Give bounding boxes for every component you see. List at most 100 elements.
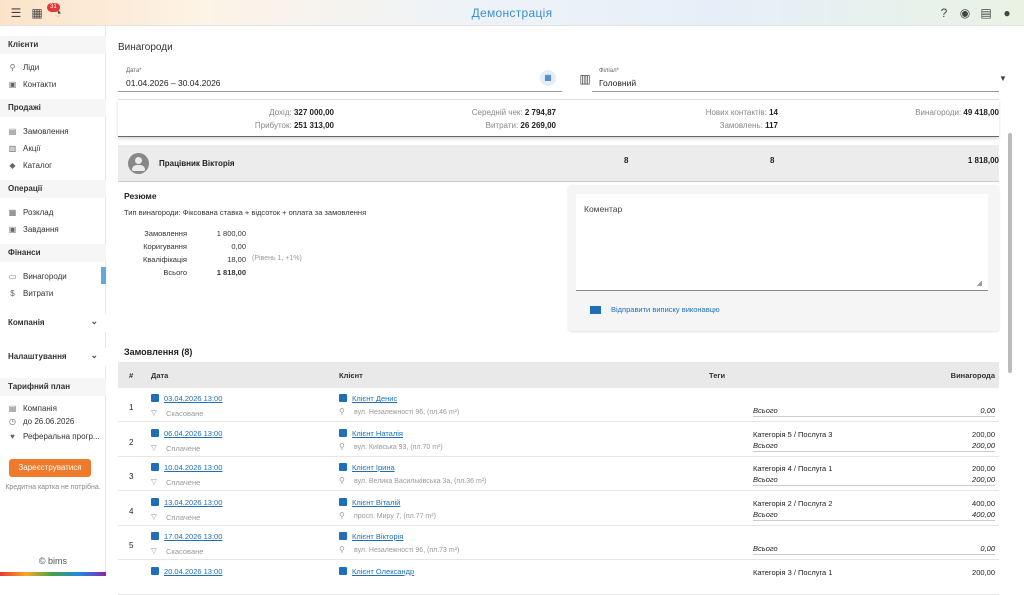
table-row[interactable]: 20.04.2026 13:00 Клієнт Олександр Категорі… [118,560,999,595]
order-date-link[interactable]: 10.04.2026 13:00 [164,463,222,472]
register-button[interactable]: Зареєструватися [9,459,91,477]
employee-name: Працівник Вікторія [159,159,235,168]
stats-panel: Дохід: 327 000,00 Прибуток: 251 313,00 С… [118,99,999,137]
employee-row[interactable]: Працівник Вікторія 8 8 1 818,00 [118,145,999,182]
leads-icon: ⚲ [9,62,16,72]
total-divider [753,554,995,555]
dropdown-arrow-icon[interactable]: ▼ [995,70,1011,86]
breakdown-label: Замовлення [144,229,187,238]
sidebar-item-catalog[interactable]: ◆ Каталог [8,158,52,172]
breakdown-value: 1 800,00 [216,229,246,238]
sidebar-item-orders[interactable]: ▤ Замовлення [8,124,69,138]
table-row[interactable]: 2 06.04.2026 13:00 ▽ Сплачене Клієнт Наталія… [118,422,999,457]
tag-reward: 200,00 [972,567,995,577]
reward-type: Тип винагороди: Фіксована ставка + відсо… [124,208,367,217]
sidebar-item-schedule[interactable]: ▦ Розклад [8,205,54,219]
resume-title: Резюме [124,191,157,201]
order-date-link[interactable]: 20.04.2026 13:00 [164,567,222,576]
order-icon [151,428,159,437]
employee-count-2: 8 [770,156,775,165]
table-row[interactable]: 5 17.04.2026 13:00 ▽ Скасоване Клієнт Віктор… [118,526,999,560]
client-link[interactable]: Клієнт Олександр [352,567,414,576]
date-range-input[interactable]: 01.04.2026 – 30.04.2026 [126,78,221,88]
location-pin-icon: ⚲ [339,545,345,554]
order-icon [151,497,159,506]
expenses-icon: $ [10,288,15,298]
stat-income: Дохід: 327 000,00 [269,108,334,117]
total-divider [753,450,995,452]
section-company[interactable]: Компанія ⌄ [0,314,106,332]
order-status: Сплачене [166,512,201,522]
table-row[interactable]: 4 13.04.2026 13:00 ▽ Сплачене Клієнт Віталій… [118,491,999,526]
account-icon[interactable]: ● [999,5,1015,21]
col-date[interactable]: Дата [151,371,168,380]
row-total-value: 0,00 [980,544,995,553]
table-row[interactable]: 1 03.04.2026 13:00 ▽ Скасоване Клієнт Денис ⚲… [118,388,999,422]
client-link[interactable]: Клієнт Ірина [352,463,395,472]
order-date-link[interactable]: 06.04.2026 13:00 [164,429,222,438]
sidebar-item-tasks[interactable]: ▣ Завдання [8,222,59,236]
col-tags: Теги [709,371,726,380]
order-icon [151,394,159,402]
funnel-icon: ▽ [151,511,157,521]
send-statement-button[interactable]: Відправити виписку виконавцю [590,305,720,314]
row-number: 2 [129,437,134,447]
sidebar-item-leads[interactable]: ⚲ Ліди [8,60,40,74]
stat-expenses: Витрати: 26 269,00 [485,121,556,130]
tag-reward: 200,00 [972,464,995,473]
catalog-icon: ◆ [9,160,16,170]
sidebar-item-promotions[interactable]: ▥ Акції [8,141,41,155]
employee-count-1: 8 [624,156,629,165]
sidebar-item-referral[interactable]: ♥ Реферальна прогр... [8,429,99,443]
branch-label: Філіал* [599,68,619,74]
stat-profit: Прибуток: 251 313,00 [254,121,334,130]
plan-until: ◷ до 26.06.2026 [9,416,75,426]
branch-select[interactable]: Головний [599,78,636,88]
breakdown-label: Коригування [143,242,187,251]
help-icon[interactable]: ? [936,5,952,21]
client-link[interactable]: Клієнт Вікторія [352,532,403,541]
main-content: Винагороди Дата* 01.04.2026 – 30.04.2026… [107,26,1024,595]
row-total-label: Всього [753,440,778,450]
client-link[interactable]: Клієнт Денис [352,394,397,403]
order-date-link[interactable]: 13.04.2026 13:00 [164,498,222,507]
col-client[interactable]: Клієнт [339,371,363,380]
funnel-icon: ▽ [151,477,157,486]
heart-icon: ♥ [10,431,15,441]
sidebar-item-contacts[interactable]: ▣ Контакти [8,77,57,91]
mail-icon [590,305,601,314]
chevron-down-icon: ⌄ [90,316,98,326]
table-row[interactable]: 3 10.04.2026 13:00 ▽ Сплачене Клієнт Ірина ⚲ в… [118,457,999,491]
order-status: Сплачене [166,443,201,453]
calendar-picker-icon[interactable]: ▦ [540,70,556,86]
section-settings[interactable]: Налаштування ⌄ [0,348,106,366]
client-link[interactable]: Клієнт Віталій [352,498,400,507]
tag-reward: 200,00 [972,429,995,439]
client-link[interactable]: Клієнт Наталія [352,429,403,438]
client-icon [339,566,347,575]
orders-title: Замовлення (8) [124,347,193,357]
promotions-icon: ▥ [8,143,17,153]
chat-icon[interactable]: ▤ [978,5,994,21]
comment-textarea[interactable]: Коментар ◢ [576,194,988,291]
funnel-icon: ▽ [151,442,157,452]
brand-strip [0,572,106,576]
copyright: © bims [38,556,68,566]
order-date-link[interactable]: 17.04.2026 13:00 [164,532,222,541]
breakdown-total: 1 818,00 [216,268,246,277]
row-total-value: 0,00 [980,406,995,415]
order-status: Скасоване [166,547,204,556]
order-date-link[interactable]: 03.04.2026 13:00 [164,394,222,403]
row-total-label: Всього [753,475,778,484]
top-bar: ☰ ▦ ◔ 31 Демонстрація ? ◉ ▤ ● [0,0,1024,26]
sidebar-item-expenses[interactable]: $ Витрати [8,286,53,300]
resize-grip-icon[interactable]: ◢ [977,279,982,287]
sidebar-item-rewards[interactable]: ▭ Винагороди [8,267,106,284]
breakdown-label: Кваліфікація [143,255,187,264]
stat-rewards: Винагороди: 49 418,00 [915,108,999,117]
tag-service: Категорія 4 / Послуга 1 [753,464,833,473]
section-operations: Операції [0,180,106,198]
client-icon [339,532,347,540]
scrollbar[interactable] [1008,133,1012,373]
support-icon[interactable]: ◉ [957,5,973,21]
